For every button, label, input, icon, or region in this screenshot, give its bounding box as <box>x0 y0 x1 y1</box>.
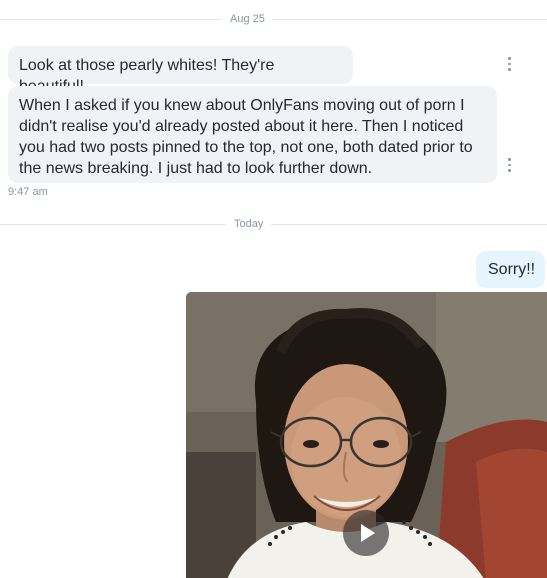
date-divider-label: Today <box>226 217 272 231</box>
message-options-icon[interactable] <box>504 157 514 173</box>
message-text: Sorry!! <box>488 261 536 278</box>
play-icon <box>361 524 375 542</box>
incoming-message: When I asked if you knew about OnlyFans … <box>8 86 497 183</box>
message-timestamp: 9:47 am <box>8 186 48 198</box>
outgoing-message: Sorry!! <box>476 251 545 288</box>
incoming-message: Look at those pearly whites! They're bea… <box>8 46 353 95</box>
play-button[interactable] <box>343 510 389 556</box>
chat-thread: Aug 25 Look at those pearly whites! They… <box>0 0 547 578</box>
date-divider-line <box>0 224 547 225</box>
date-divider-label: Aug 25 <box>222 12 273 26</box>
message-options-icon[interactable] <box>504 56 514 72</box>
message-text: When I asked if you knew about OnlyFans … <box>19 97 473 177</box>
video-attachment[interactable] <box>186 292 547 578</box>
date-divider-line <box>0 19 547 20</box>
